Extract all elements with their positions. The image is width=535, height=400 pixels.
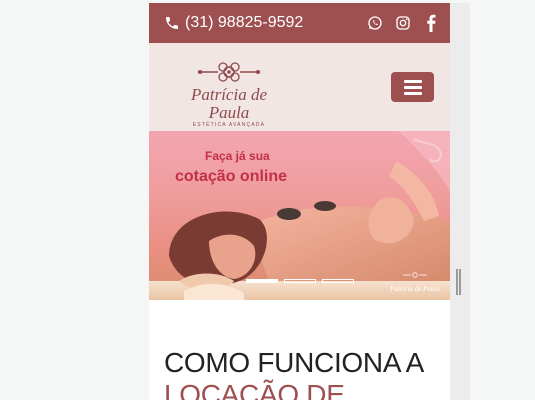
mobile-page: (31) 98825-9592 Patrícia de Paula ESTÉTI…: [149, 3, 450, 400]
section-heading: COMO FUNCIONA A LOCAÇÃO DE: [164, 347, 424, 400]
resize-handle[interactable]: [456, 269, 461, 295]
scroll-gutter: [450, 3, 470, 400]
phone-number: (31) 98825-9592: [185, 14, 304, 31]
logo-name: Patrícia de Paula: [190, 85, 267, 122]
phone-icon: [164, 15, 180, 31]
carousel-dot-3[interactable]: [322, 279, 354, 283]
menu-toggle-button[interactable]: [391, 72, 434, 102]
hero-banner[interactable]: Faça já sua cotação online Patrícia de P…: [149, 131, 450, 300]
hero-line-1: Faça já sua: [205, 149, 270, 163]
logo-tagline: ESTÉTICA AVANÇADA: [192, 122, 266, 128]
content-section: COMO FUNCIONA A LOCAÇÃO DE: [149, 300, 450, 400]
top-contact-bar: (31) 98825-9592: [149, 3, 450, 43]
hamburger-menu-icon: [403, 77, 422, 98]
social-links: [366, 14, 440, 32]
heading-line-2: LOCAÇÃO DE: [164, 379, 345, 400]
facebook-icon[interactable]: [422, 14, 440, 32]
hero-line-2: cotação online: [175, 168, 288, 185]
site-header: Patrícia de Paula ESTÉTICA AVANÇADA: [149, 43, 450, 131]
carousel-dot-1[interactable]: [246, 279, 278, 283]
heading-line-1: COMO FUNCIONA A: [164, 347, 424, 378]
phone-link[interactable]: (31) 98825-9592: [164, 14, 303, 32]
logo-ornament-icon: [198, 62, 260, 82]
watermark-name: Patrícia de Paula: [390, 285, 440, 293]
hero-watermark-logo: Patrícia de Paula: [387, 267, 443, 293]
brand-logo[interactable]: Patrícia de Paula ESTÉTICA AVANÇADA: [169, 59, 289, 128]
watermark-ornament-icon: [403, 272, 427, 278]
carousel-indicators: [246, 279, 354, 283]
carousel-dot-2[interactable]: [284, 279, 316, 283]
whatsapp-icon[interactable]: [366, 14, 384, 32]
instagram-icon[interactable]: [394, 14, 412, 32]
